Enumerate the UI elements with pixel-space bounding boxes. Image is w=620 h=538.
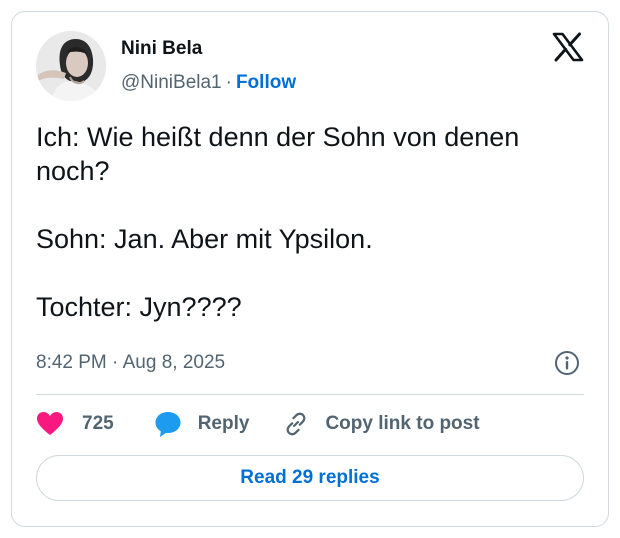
follow-link[interactable]: Follow — [236, 72, 296, 93]
heart-icon — [36, 411, 64, 437]
action-bar: 725 Reply Copy link to post — [36, 410, 480, 438]
read-replies-button[interactable]: Read 29 replies — [36, 455, 584, 501]
author-handle-row: @NiniBela1 · Follow — [121, 72, 296, 94]
post-line: Tochter: Jyn???? — [36, 292, 242, 322]
timestamp-separator: · — [112, 352, 119, 373]
post-text: Ich: Wie heißt denn der Sohn von denen n… — [36, 120, 591, 324]
read-replies-label: Read 29 replies — [240, 467, 380, 488]
author-name[interactable]: Nini Bela — [121, 38, 202, 60]
post-timestamp[interactable]: 8:42 PM · Aug 8, 2025 — [36, 352, 225, 374]
author-avatar[interactable] — [36, 31, 106, 101]
avatar-photo — [36, 31, 106, 101]
like-button[interactable]: 725 — [36, 411, 114, 437]
like-count: 725 — [82, 413, 114, 434]
author-handle[interactable]: @NiniBela1 — [121, 72, 222, 93]
post-date: Aug 8, 2025 — [122, 352, 226, 373]
link-icon — [283, 411, 309, 437]
info-icon[interactable] — [554, 350, 580, 376]
x-logo-icon[interactable] — [552, 31, 584, 63]
handle-separator: · — [225, 72, 232, 93]
post-line: Ich: Wie heißt denn der Sohn von denen n… — [36, 122, 520, 186]
reply-button[interactable]: Reply — [154, 410, 250, 438]
reply-label: Reply — [197, 413, 250, 434]
copy-link-button[interactable]: Copy link to post — [283, 411, 480, 437]
post-line: Sohn: Jan. Aber mit Ypsilon. — [36, 224, 373, 254]
copy-link-label: Copy link to post — [325, 413, 480, 434]
embedded-post-card: Nini Bela @NiniBela1 · Follow Ich: Wie hei… — [11, 11, 609, 527]
post-time: 8:42 PM — [36, 352, 107, 373]
divider — [36, 394, 584, 395]
speech-bubble-icon — [154, 410, 182, 438]
